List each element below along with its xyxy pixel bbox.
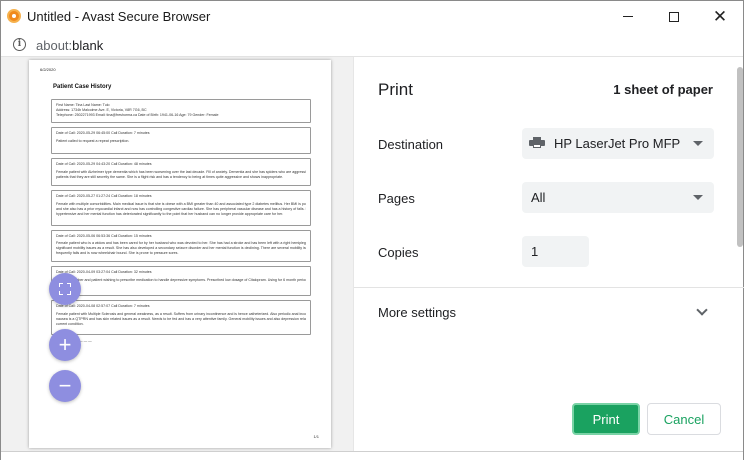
print-button[interactable]: Print: [572, 403, 640, 435]
call-record: Date of Call: 2020-04-09 03:27:04 Call D…: [51, 266, 311, 296]
preview-title: Patient Case History: [53, 84, 112, 90]
preview-date: 6/2/2020: [40, 67, 56, 72]
close-icon: ✕: [712, 7, 728, 26]
url-host: blank: [72, 38, 104, 53]
window-title: Untitled - Avast Secure Browser: [27, 9, 211, 24]
printer-icon: [529, 137, 545, 149]
patient-line: Telephone: 2502271993 Email: tina@fresho…: [56, 113, 219, 117]
destination-select[interactable]: HP LaserJet Pro MFP: [522, 128, 714, 159]
more-settings-toggle[interactable]: More settings: [354, 288, 744, 336]
call-record: Date of Call: 2020-05-29 06:45:00 Call D…: [51, 127, 311, 154]
zoom-out-button[interactable]: −: [49, 370, 81, 402]
print-settings-panel: Print 1 sheet of paper Destination HP La…: [353, 57, 744, 451]
chevron-down-icon: [693, 195, 703, 200]
info-icon[interactable]: i: [13, 38, 26, 51]
print-preview-area: 6/2/2020 Patient Case History First Name…: [1, 57, 353, 451]
print-title: Print: [378, 80, 413, 99]
browser-window: Untitled - Avast Secure Browser ✕ i abou…: [0, 0, 744, 460]
call-header: Date of Call: 2020-05-29 04:43:20 Call D…: [56, 162, 152, 166]
avast-browser-icon: [7, 9, 21, 23]
chevron-down-icon: [696, 304, 708, 316]
destination-value: HP LaserJet Pro MFP: [554, 136, 681, 151]
close-button[interactable]: ✕: [697, 1, 743, 32]
zoom-in-button[interactable]: +: [49, 329, 81, 361]
page-number: 1/1: [313, 434, 319, 439]
call-body: patients that they are still secretly th…: [56, 175, 284, 179]
call-header: Date of Call: 2020-05-27 01:27:24 Call D…: [56, 194, 152, 198]
minimize-icon: [623, 16, 633, 17]
copies-input[interactable]: [522, 236, 589, 267]
maximize-icon: [669, 11, 679, 22]
maximize-button[interactable]: [651, 1, 697, 32]
call-record: Date of Call: 2020-05-27 01:27:24 Call D…: [51, 190, 311, 226]
address-bar[interactable]: i about:blank: [1, 32, 743, 57]
url-scheme: about:: [36, 38, 73, 53]
title-bar: Untitled - Avast Secure Browser ✕: [1, 1, 743, 32]
pages-select[interactable]: All: [522, 182, 714, 213]
sheet-count: 1 sheet of paper: [613, 82, 713, 97]
call-body: Patient called to request a repeat presc…: [56, 139, 130, 143]
call-header: Date of Call: 2020-05-29 06:45:00 Call D…: [56, 131, 150, 135]
pages-value: All: [531, 190, 546, 205]
fit-to-page-icon: [59, 283, 71, 295]
pages-label: Pages: [378, 191, 415, 206]
call-record: Date of Call: 2020-05-29 04:43:20 Call D…: [51, 158, 311, 186]
cancel-button[interactable]: Cancel: [647, 403, 721, 435]
copies-label: Copies: [378, 245, 419, 260]
patient-info-box: First Name: Tina Last Name: Tulo Address…: [51, 99, 311, 123]
call-record: Date of Call: 2020-05-06 06:53:36 Call D…: [51, 230, 311, 262]
call-body: nausea is a QTPRN and has skin related i…: [56, 317, 306, 321]
panel-scrollbar[interactable]: [737, 67, 743, 247]
call-body: ... family member and patient wishing to…: [56, 278, 306, 282]
minus-icon: −: [58, 373, 72, 398]
more-settings-label: More settings: [378, 305, 457, 320]
chevron-down-icon: [693, 141, 703, 146]
call-header: Date of Call: 2020-04-08 02:57:07 Call D…: [56, 304, 150, 308]
url-text[interactable]: about:blank: [36, 38, 103, 53]
call-record: Date of Call: 2020-04-08 02:57:07 Call D…: [51, 300, 311, 335]
page-behind-strip: [1, 451, 743, 460]
fit-to-page-button[interactable]: [49, 273, 81, 305]
call-body: current condition.: [56, 322, 84, 326]
call-header: Date of Call: 2020-04-09 03:27:04 Call D…: [56, 270, 152, 274]
call-body: frequently falls and is now wheelchair b…: [56, 251, 179, 255]
destination-label: Destination: [378, 137, 444, 152]
minimize-button[interactable]: [605, 1, 651, 32]
plus-icon: +: [58, 332, 72, 357]
call-body: hypertensive and her mental function has…: [56, 212, 284, 216]
call-header: Date of Call: 2020-05-06 06:53:36 Call D…: [56, 234, 152, 238]
